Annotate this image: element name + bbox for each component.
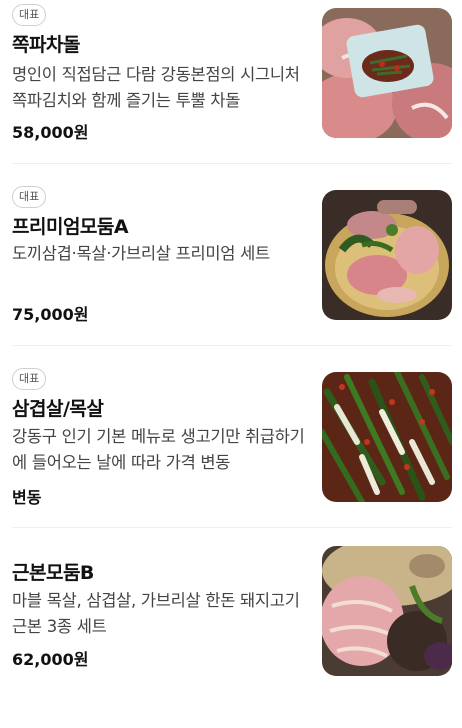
menu-item-price: 62,000원: [12, 650, 89, 669]
menu-item[interactable]: 근본모둠B 마블 목살, 삼겹살, 가브리살 한돈 돼지고기 근본 3종 세트 …: [0, 546, 462, 728]
divider: [12, 527, 452, 528]
menu-item-name: 삼겹살/목살: [12, 398, 104, 420]
dish-photo-icon[interactable]: [322, 546, 452, 676]
signature-badge: 대표: [12, 186, 47, 208]
menu-item-description: 강동구 인기 기본 메뉴로 생고기만 취급하기에 들어오는 날에 따라 가격 변…: [12, 427, 305, 472]
divider: [12, 163, 452, 164]
menu-item-price: 75,000원: [12, 305, 89, 324]
dish-photo-icon[interactable]: [322, 8, 452, 138]
signature-badge: 대표: [12, 368, 47, 390]
signature-badge: 대표: [12, 4, 47, 26]
menu-item-description: 마블 목살, 삼겹살, 가브리살 한돈 돼지고기 근본 3종 세트: [12, 591, 300, 636]
menu-item-description: 도끼삼겹·목살·가브리살 프리미엄 세트: [12, 244, 270, 263]
menu-item-description: 명인이 직접담근 다람 강동본점의 시그니처 쪽파김치와 함께 즐기는 투뿔 차…: [12, 65, 300, 110]
menu-item-price: 변동: [12, 488, 42, 507]
menu-item-price: 58,000원: [12, 123, 89, 142]
menu-item[interactable]: 대표 프리미엄모둠A 도끼삼겹·목살·가브리살 프리미엄 세트 75,000원: [0, 182, 462, 364]
menu-item-name: 근본모둠B: [12, 562, 94, 584]
divider: [12, 345, 452, 346]
menu-item-name: 쪽파차돌: [12, 34, 80, 56]
menu-item[interactable]: 대표 쪽파차돌 명인이 직접담근 다람 강동본점의 시그니처 쪽파김치와 함께 …: [0, 0, 462, 182]
menu-item[interactable]: 대표 삼겹살/목살 강동구 인기 기본 메뉴로 생고기만 취급하기에 들어오는 …: [0, 364, 462, 546]
dish-photo-icon[interactable]: [322, 190, 452, 320]
menu-item-name: 프리미엄모둠A: [12, 216, 129, 238]
dish-photo-icon[interactable]: [322, 372, 452, 502]
